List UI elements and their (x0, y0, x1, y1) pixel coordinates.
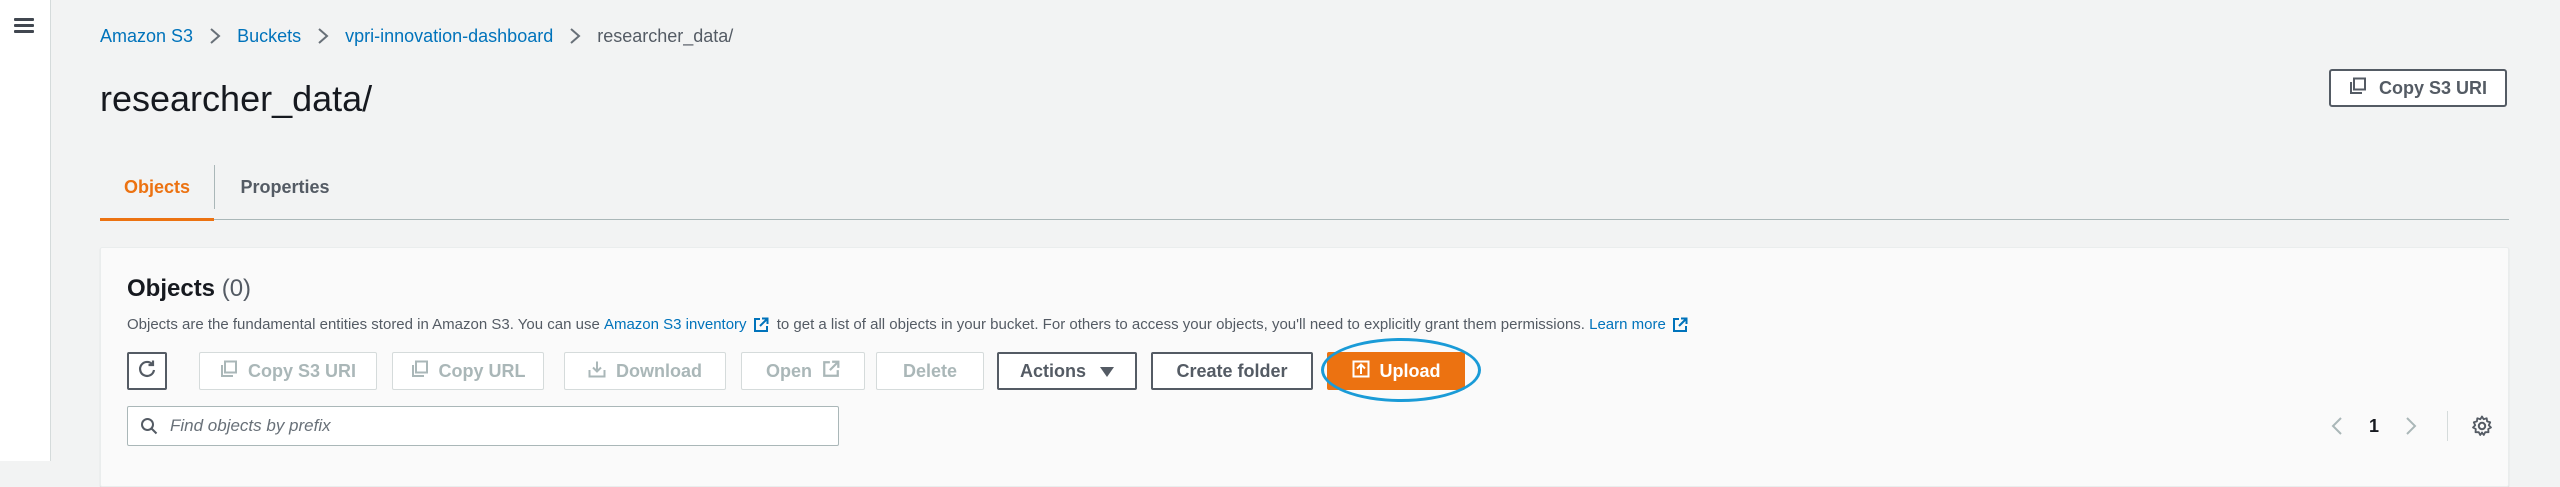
create-folder-label: Create folder (1176, 360, 1288, 381)
objects-description: Objects are the fundamental entities sto… (127, 316, 1692, 333)
copy-s3-uri-label: Copy S3 URI (247, 360, 357, 381)
chevron-left-icon (2331, 417, 2342, 435)
refresh-button[interactable] (127, 352, 167, 390)
upload-label: Upload (1379, 360, 1441, 381)
tab-properties[interactable]: Properties (215, 155, 355, 219)
description-text-2: to get a list of all objects in your buc… (772, 316, 1590, 333)
refresh-icon (137, 359, 157, 384)
upload-button[interactable]: Upload (1327, 352, 1465, 390)
learn-more-link[interactable]: Learn more (1589, 316, 1666, 333)
copy-icon (220, 360, 238, 383)
search-icon (140, 417, 158, 435)
copy-icon (2349, 77, 2367, 100)
external-link-icon[interactable] (753, 317, 769, 333)
upload-icon (1352, 360, 1370, 383)
description-text-1: Objects are the fundamental entities sto… (127, 316, 604, 333)
chevron-right-icon (209, 27, 221, 45)
breadcrumb-bucket-name[interactable]: vpri-innovation-dashboard (345, 26, 553, 47)
copy-s3-uri-button[interactable]: Copy S3 URI (199, 352, 377, 390)
copy-s3-uri-header-label: Copy S3 URI (2378, 77, 2488, 98)
menu-icon[interactable] (14, 16, 36, 34)
copy-s3-uri-header-button[interactable]: Copy S3 URI (2329, 69, 2507, 107)
chevron-right-icon (569, 27, 581, 45)
objects-title-text: Objects (127, 275, 216, 302)
download-icon (588, 360, 606, 383)
actions-label: Actions (1019, 360, 1086, 381)
copy-icon (411, 360, 429, 383)
tab-objects[interactable]: Objects (100, 155, 214, 221)
tab-bar: Objects Properties (100, 155, 2509, 221)
objects-panel-title: Objects (0) (127, 275, 251, 303)
search-input[interactable] (168, 415, 812, 437)
breadcrumb-amazon-s3[interactable]: Amazon S3 (100, 26, 193, 47)
previous-page-button[interactable] (2323, 412, 2351, 440)
breadcrumb: Amazon S3 Buckets vpri-innovation-dashbo… (100, 24, 733, 48)
chevron-right-icon (2406, 417, 2417, 435)
download-button[interactable]: Download (564, 352, 726, 390)
copy-url-button[interactable]: Copy URL (392, 352, 544, 390)
external-link-icon[interactable] (1672, 317, 1688, 333)
download-label: Download (616, 360, 702, 381)
page-title: researcher_data/ (100, 78, 373, 119)
actions-dropdown-button[interactable]: Actions (997, 352, 1137, 390)
chevron-right-icon (317, 27, 329, 45)
breadcrumb-buckets[interactable]: Buckets (237, 26, 301, 47)
copy-url-label: Copy URL (438, 360, 526, 381)
breadcrumb-current: researcher_data/ (597, 25, 734, 46)
side-navigation-rail (0, 0, 51, 461)
settings-button[interactable] (2468, 412, 2496, 440)
objects-count: (0) (221, 275, 252, 302)
s3-inventory-link[interactable]: Amazon S3 inventory (604, 316, 747, 333)
delete-label: Delete (902, 360, 958, 381)
next-page-button[interactable] (2397, 412, 2425, 440)
delete-button[interactable]: Delete (876, 352, 984, 390)
objects-panel: Objects (0) Objects are the fundamental … (100, 247, 2509, 487)
search-box (127, 406, 839, 446)
open-button[interactable]: Open (741, 352, 865, 390)
external-link-icon (822, 360, 840, 383)
open-label: Open (765, 360, 812, 381)
pagination: 1 (2323, 406, 2496, 446)
create-folder-button[interactable]: Create folder (1151, 352, 1313, 390)
pager-divider (2447, 411, 2449, 441)
gear-icon (2472, 415, 2492, 436)
page-number[interactable]: 1 (2369, 416, 2379, 437)
caret-down-icon (1100, 361, 1114, 382)
